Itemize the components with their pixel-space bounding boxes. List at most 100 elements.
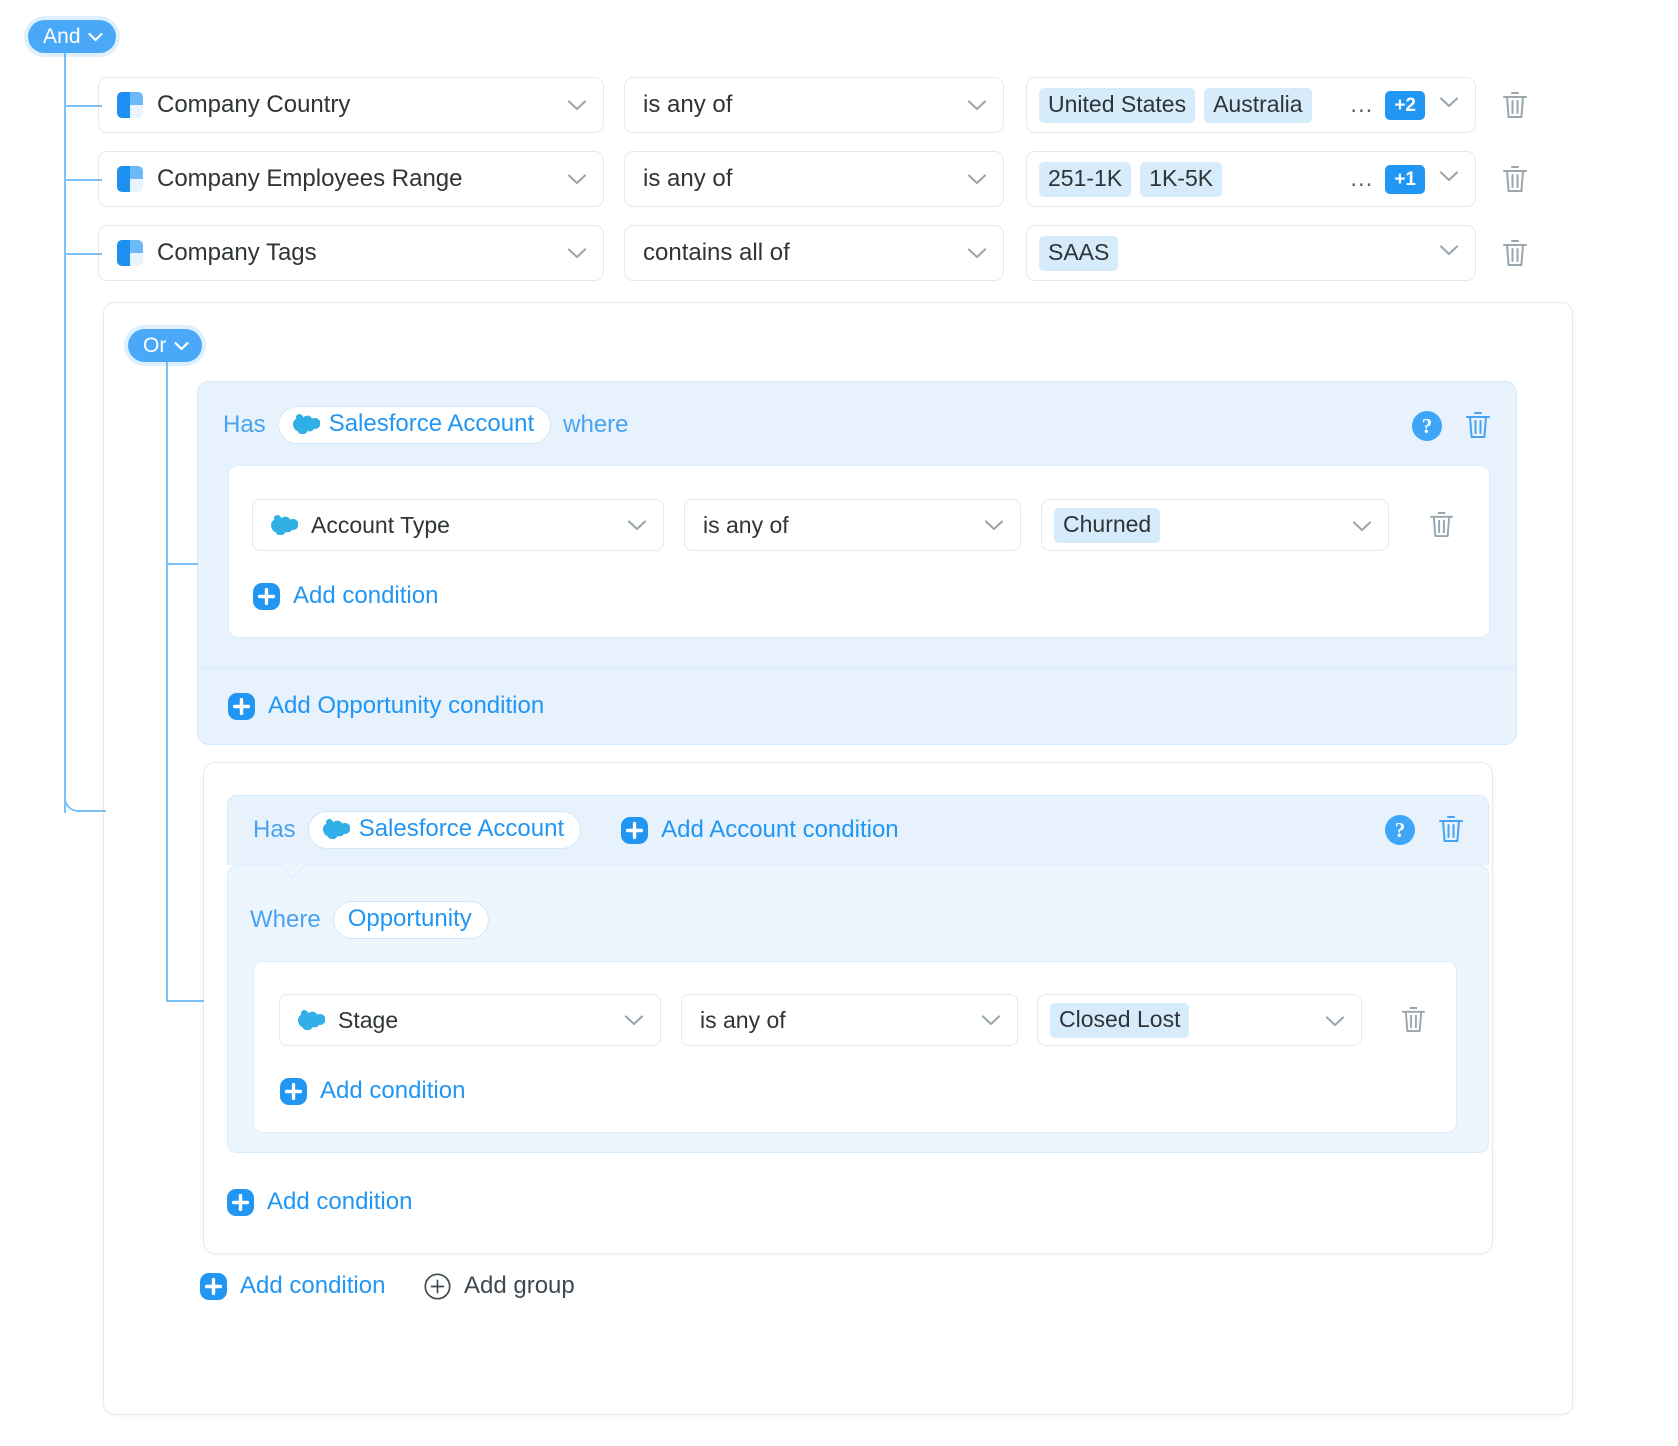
field-select-account-type[interactable]: Account Type — [252, 499, 664, 551]
chevron-down-icon — [88, 32, 103, 41]
field-select-company-employees-range[interactable]: Company Employees Range — [98, 151, 604, 207]
salesforce-cloud-icon — [322, 819, 350, 839]
connector-trunk-root — [64, 53, 66, 813]
value-select-company-tags[interactable]: SAAS — [1026, 225, 1476, 281]
add-condition-label: Add condition — [267, 1188, 413, 1215]
where-label: Where — [250, 906, 321, 933]
connector-stub-1 — [64, 105, 102, 107]
add-condition-button-block2[interactable]: Add condition — [227, 1188, 412, 1216]
value-select-stage[interactable]: Closed Lost — [1037, 994, 1362, 1046]
chevron-down-icon — [173, 341, 189, 350]
operator-label: contains all of — [643, 239, 790, 266]
value-chip: Churned — [1054, 507, 1161, 543]
field-label: Stage — [338, 1006, 399, 1033]
help-button-1[interactable]: ? — [1412, 411, 1442, 441]
chevron-down-icon — [981, 1014, 1001, 1027]
salesforce-object-pill-2[interactable]: Salesforce Account — [307, 811, 582, 849]
opportunity-object-pill[interactable]: Opportunity — [332, 901, 489, 939]
delete-condition-account-type-button[interactable] — [1429, 511, 1454, 539]
field-select-stage[interactable]: Stage — [279, 994, 661, 1046]
field-select-company-country[interactable]: Company Country — [98, 77, 604, 133]
salesforce-cloud-icon — [271, 515, 298, 535]
group-add-group-button[interactable]: Add group — [424, 1272, 575, 1300]
delete-condition-stage-button[interactable] — [1401, 1006, 1426, 1034]
plus-square-icon — [621, 816, 649, 844]
add-condition-button-opportunity[interactable]: Add condition — [280, 1077, 465, 1105]
chevron-down-icon — [567, 247, 587, 260]
chevron-down-icon — [967, 173, 987, 186]
add-condition-button-block1[interactable]: Add condition — [253, 582, 438, 610]
condition-row-stage: Stage is any of Closed Lost — [279, 994, 1426, 1046]
value-chip: 1K-5K — [1140, 161, 1223, 197]
value-chip-list: 251-1K 1K-5K — [1039, 161, 1223, 197]
clearbit-square-icon — [117, 92, 143, 118]
add-condition-label: Add condition — [293, 582, 439, 609]
help-label: ? — [1394, 817, 1406, 842]
has-label: Has — [253, 816, 296, 843]
operator-label: is any of — [643, 165, 733, 192]
value-overflow-ellipsis: ... — [1350, 91, 1374, 118]
value-chip: SAAS — [1039, 235, 1119, 271]
field-label: Company Country — [157, 91, 351, 118]
chevron-down-icon — [624, 1014, 644, 1027]
operator-label: is any of — [643, 91, 733, 118]
where-label: where — [563, 411, 629, 438]
chevron-down-icon — [627, 519, 647, 532]
value-chip-list: Churned — [1054, 507, 1161, 543]
group-add-condition-button[interactable]: Add condition — [200, 1272, 385, 1300]
add-group-label: Add group — [464, 1272, 575, 1299]
delete-salesforce-block-2-button[interactable] — [1438, 815, 1464, 844]
delete-condition-button-2[interactable] — [1502, 165, 1528, 194]
value-select-account-type[interactable]: Churned — [1041, 499, 1389, 551]
plus-square-icon — [228, 692, 255, 720]
plus-square-icon — [200, 1272, 227, 1300]
value-overflow-count: +2 — [1385, 90, 1425, 120]
add-account-condition-button[interactable]: Add Account condition — [621, 816, 899, 844]
chevron-down-icon — [1439, 244, 1459, 262]
add-condition-label: Add condition — [320, 1077, 466, 1104]
add-opportunity-condition-button[interactable]: Add Opportunity condition — [228, 692, 544, 720]
chevron-down-icon — [1352, 512, 1372, 539]
delete-condition-button-1[interactable] — [1502, 91, 1528, 120]
opportunity-object-label: Opportunity — [347, 905, 472, 932]
value-overflow-ellipsis: ... — [1350, 165, 1374, 192]
operator-label: is any of — [700, 1006, 786, 1033]
filter-builder-canvas: And Company Country is any of United Sta… — [0, 0, 1678, 1446]
salesforce-object-label: Salesforce Account — [328, 410, 535, 437]
chevron-down-icon — [1325, 1007, 1345, 1034]
value-select-company-country[interactable]: United States Australia ... +2 — [1026, 77, 1476, 133]
salesforce-block-1-divider — [198, 668, 1516, 669]
help-button-2[interactable]: ? — [1385, 815, 1415, 845]
delete-condition-button-3[interactable] — [1502, 239, 1528, 268]
value-chip-list: SAAS — [1039, 235, 1119, 271]
plus-circle-outline-icon — [424, 1272, 451, 1300]
field-label: Account Type — [311, 511, 450, 538]
delete-salesforce-block-1-button[interactable] — [1465, 411, 1491, 440]
add-opportunity-condition-label: Add Opportunity condition — [268, 692, 545, 719]
field-select-company-tags[interactable]: Company Tags — [98, 225, 604, 281]
plus-square-icon — [280, 1077, 307, 1105]
value-chip: Closed Lost — [1050, 1002, 1190, 1038]
connector-elbow-to-group — [64, 760, 106, 812]
salesforce-object-label: Salesforce Account — [358, 815, 565, 842]
operator-select-account-type[interactable]: is any of — [684, 499, 1021, 551]
chevron-down-icon — [1439, 96, 1459, 114]
value-select-company-employees-range[interactable]: 251-1K 1K-5K ... +1 — [1026, 151, 1476, 207]
operator-select-stage[interactable]: is any of — [681, 994, 1018, 1046]
chevron-down-icon — [567, 99, 587, 112]
salesforce-object-pill-1[interactable]: Salesforce Account — [277, 406, 552, 444]
clearbit-square-icon — [117, 240, 143, 266]
connector-stub-2 — [64, 179, 102, 181]
field-label: Company Employees Range — [157, 165, 463, 192]
chevron-down-icon — [1439, 170, 1459, 188]
chevron-down-icon — [984, 519, 1004, 532]
root-operator-badge[interactable]: And — [28, 20, 116, 53]
connector-stub-sf-1 — [166, 563, 198, 565]
field-label: Company Tags — [157, 239, 317, 266]
operator-select-company-tags[interactable]: contains all of — [624, 225, 1004, 281]
operator-select-company-country[interactable]: is any of — [624, 77, 1004, 133]
opportunity-subpanel-notch — [278, 865, 306, 880]
operator-select-company-employees-range[interactable]: is any of — [624, 151, 1004, 207]
group-operator-label: Or — [143, 334, 167, 357]
group-operator-badge[interactable]: Or — [128, 329, 202, 362]
